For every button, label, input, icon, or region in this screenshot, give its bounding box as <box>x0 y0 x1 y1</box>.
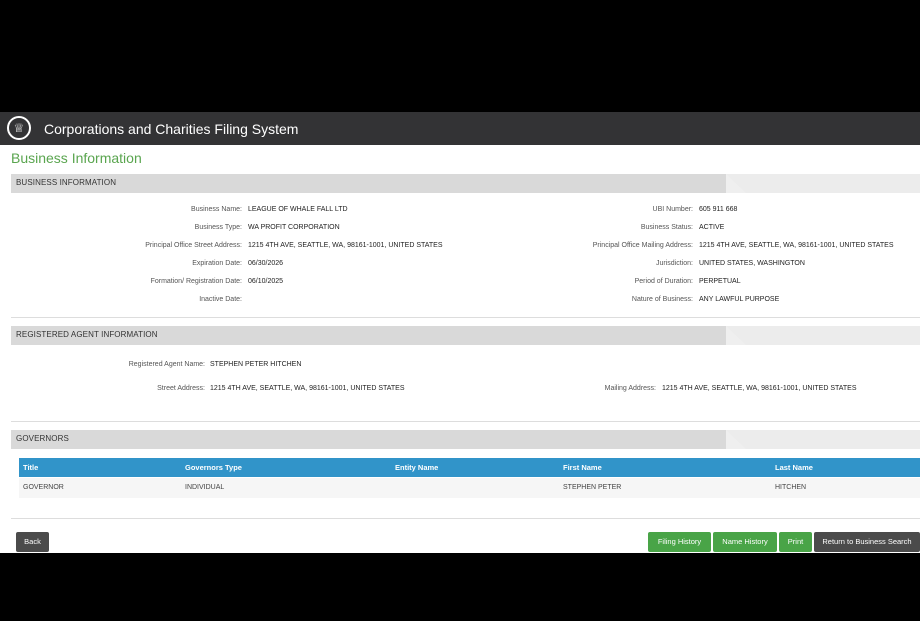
principal-mailing-label: Principal Office Mailing Address: <box>592 242 693 249</box>
agent-street-value: 1215 4TH AVE, SEATTLE, WA, 98161-1001, U… <box>210 385 405 392</box>
business-status-label: Business Status: <box>640 224 693 231</box>
return-to-search-button[interactable]: Return to Business Search <box>814 532 920 552</box>
principal-street-label: Principal Office Street Address: <box>145 242 242 249</box>
agent-name-label: Registered Agent Name: <box>128 361 205 368</box>
period-duration-label: Period of Duration: <box>634 278 693 285</box>
formation-date-label: Formation/ Registration Date: <box>150 278 242 285</box>
column-header-title[interactable]: Title <box>23 463 38 472</box>
expiration-date-label: Expiration Date: <box>192 260 242 267</box>
nature-business-label: Nature of Business: <box>631 296 693 303</box>
cell-last-name: HITCHEN <box>775 484 807 491</box>
expiration-date-value: 06/30/2026 <box>248 260 284 267</box>
nature-business-value: ANY LAWFUL PURPOSE <box>699 296 780 303</box>
state-seal-icon: ♕ <box>7 116 31 140</box>
app-title: Corporations and Charities Filing System <box>44 121 299 137</box>
agent-mailing-label: Mailing Address: <box>604 385 656 392</box>
app-window: ♕ Corporations and Charities Filing Syst… <box>0 112 920 553</box>
filing-history-button[interactable]: Filing History <box>648 532 711 552</box>
governors-header: GOVERNORS <box>11 430 920 449</box>
divider <box>11 421 920 422</box>
agent-mailing-value: 1215 4TH AVE, SEATTLE, WA, 98161-1001, U… <box>662 385 857 392</box>
jurisdiction-value: UNITED STATES, WASHINGTON <box>699 260 805 267</box>
agent-name-value: STEPHEN PETER HITCHEN <box>210 361 302 368</box>
page-title: Business Information <box>11 150 142 166</box>
print-button[interactable]: Print <box>779 532 812 552</box>
back-button[interactable]: Back <box>16 532 49 552</box>
business-type-value: WA PROFIT CORPORATION <box>248 224 340 231</box>
column-header-governors-type[interactable]: Governors Type <box>185 463 242 472</box>
registered-agent-header: REGISTERED AGENT INFORMATION <box>11 326 920 345</box>
top-bar: ♕ Corporations and Charities Filing Syst… <box>0 112 920 145</box>
divider <box>11 518 920 519</box>
ubi-number-value: 605 911 668 <box>699 206 738 213</box>
principal-street-value: 1215 4TH AVE, SEATTLE, WA, 98161-1001, U… <box>248 242 443 249</box>
business-name-label: Business Name: <box>191 206 242 213</box>
cell-first-name: STEPHEN PETER <box>563 484 622 491</box>
section-label: BUSINESS INFORMATION <box>16 178 117 187</box>
column-header-first-name[interactable]: First Name <box>563 463 602 472</box>
cell-governors-type: INDIVIDUAL <box>185 484 225 491</box>
jurisdiction-label: Jurisdiction: <box>656 260 693 267</box>
principal-mailing-value: 1215 4TH AVE, SEATTLE, WA, 98161-1001, U… <box>699 242 894 249</box>
table-row: GOVERNOR INDIVIDUAL STEPHEN PETER HITCHE… <box>19 478 920 498</box>
divider <box>11 317 920 318</box>
business-info-header: BUSINESS INFORMATION <box>11 174 920 193</box>
column-header-entity-name[interactable]: Entity Name <box>395 463 438 472</box>
agent-street-label: Street Address: <box>157 385 205 392</box>
governors-table-header: Title Governors Type Entity Name First N… <box>19 458 920 477</box>
column-header-last-name[interactable]: Last Name <box>775 463 813 472</box>
period-duration-value: PERPETUAL <box>699 278 741 285</box>
cell-title: GOVERNOR <box>23 484 64 491</box>
formation-date-value: 06/10/2025 <box>248 278 284 285</box>
section-label: GOVERNORS <box>16 434 69 443</box>
name-history-button[interactable]: Name History <box>713 532 777 552</box>
business-name-value: LEAGUE OF WHALE FALL LTD <box>248 206 348 213</box>
section-label: REGISTERED AGENT INFORMATION <box>16 330 158 339</box>
business-type-label: Business Type: <box>194 224 242 231</box>
inactive-date-label: Inactive Date: <box>199 296 242 303</box>
ubi-number-label: UBI Number: <box>652 206 693 213</box>
business-status-value: ACTIVE <box>699 224 725 231</box>
